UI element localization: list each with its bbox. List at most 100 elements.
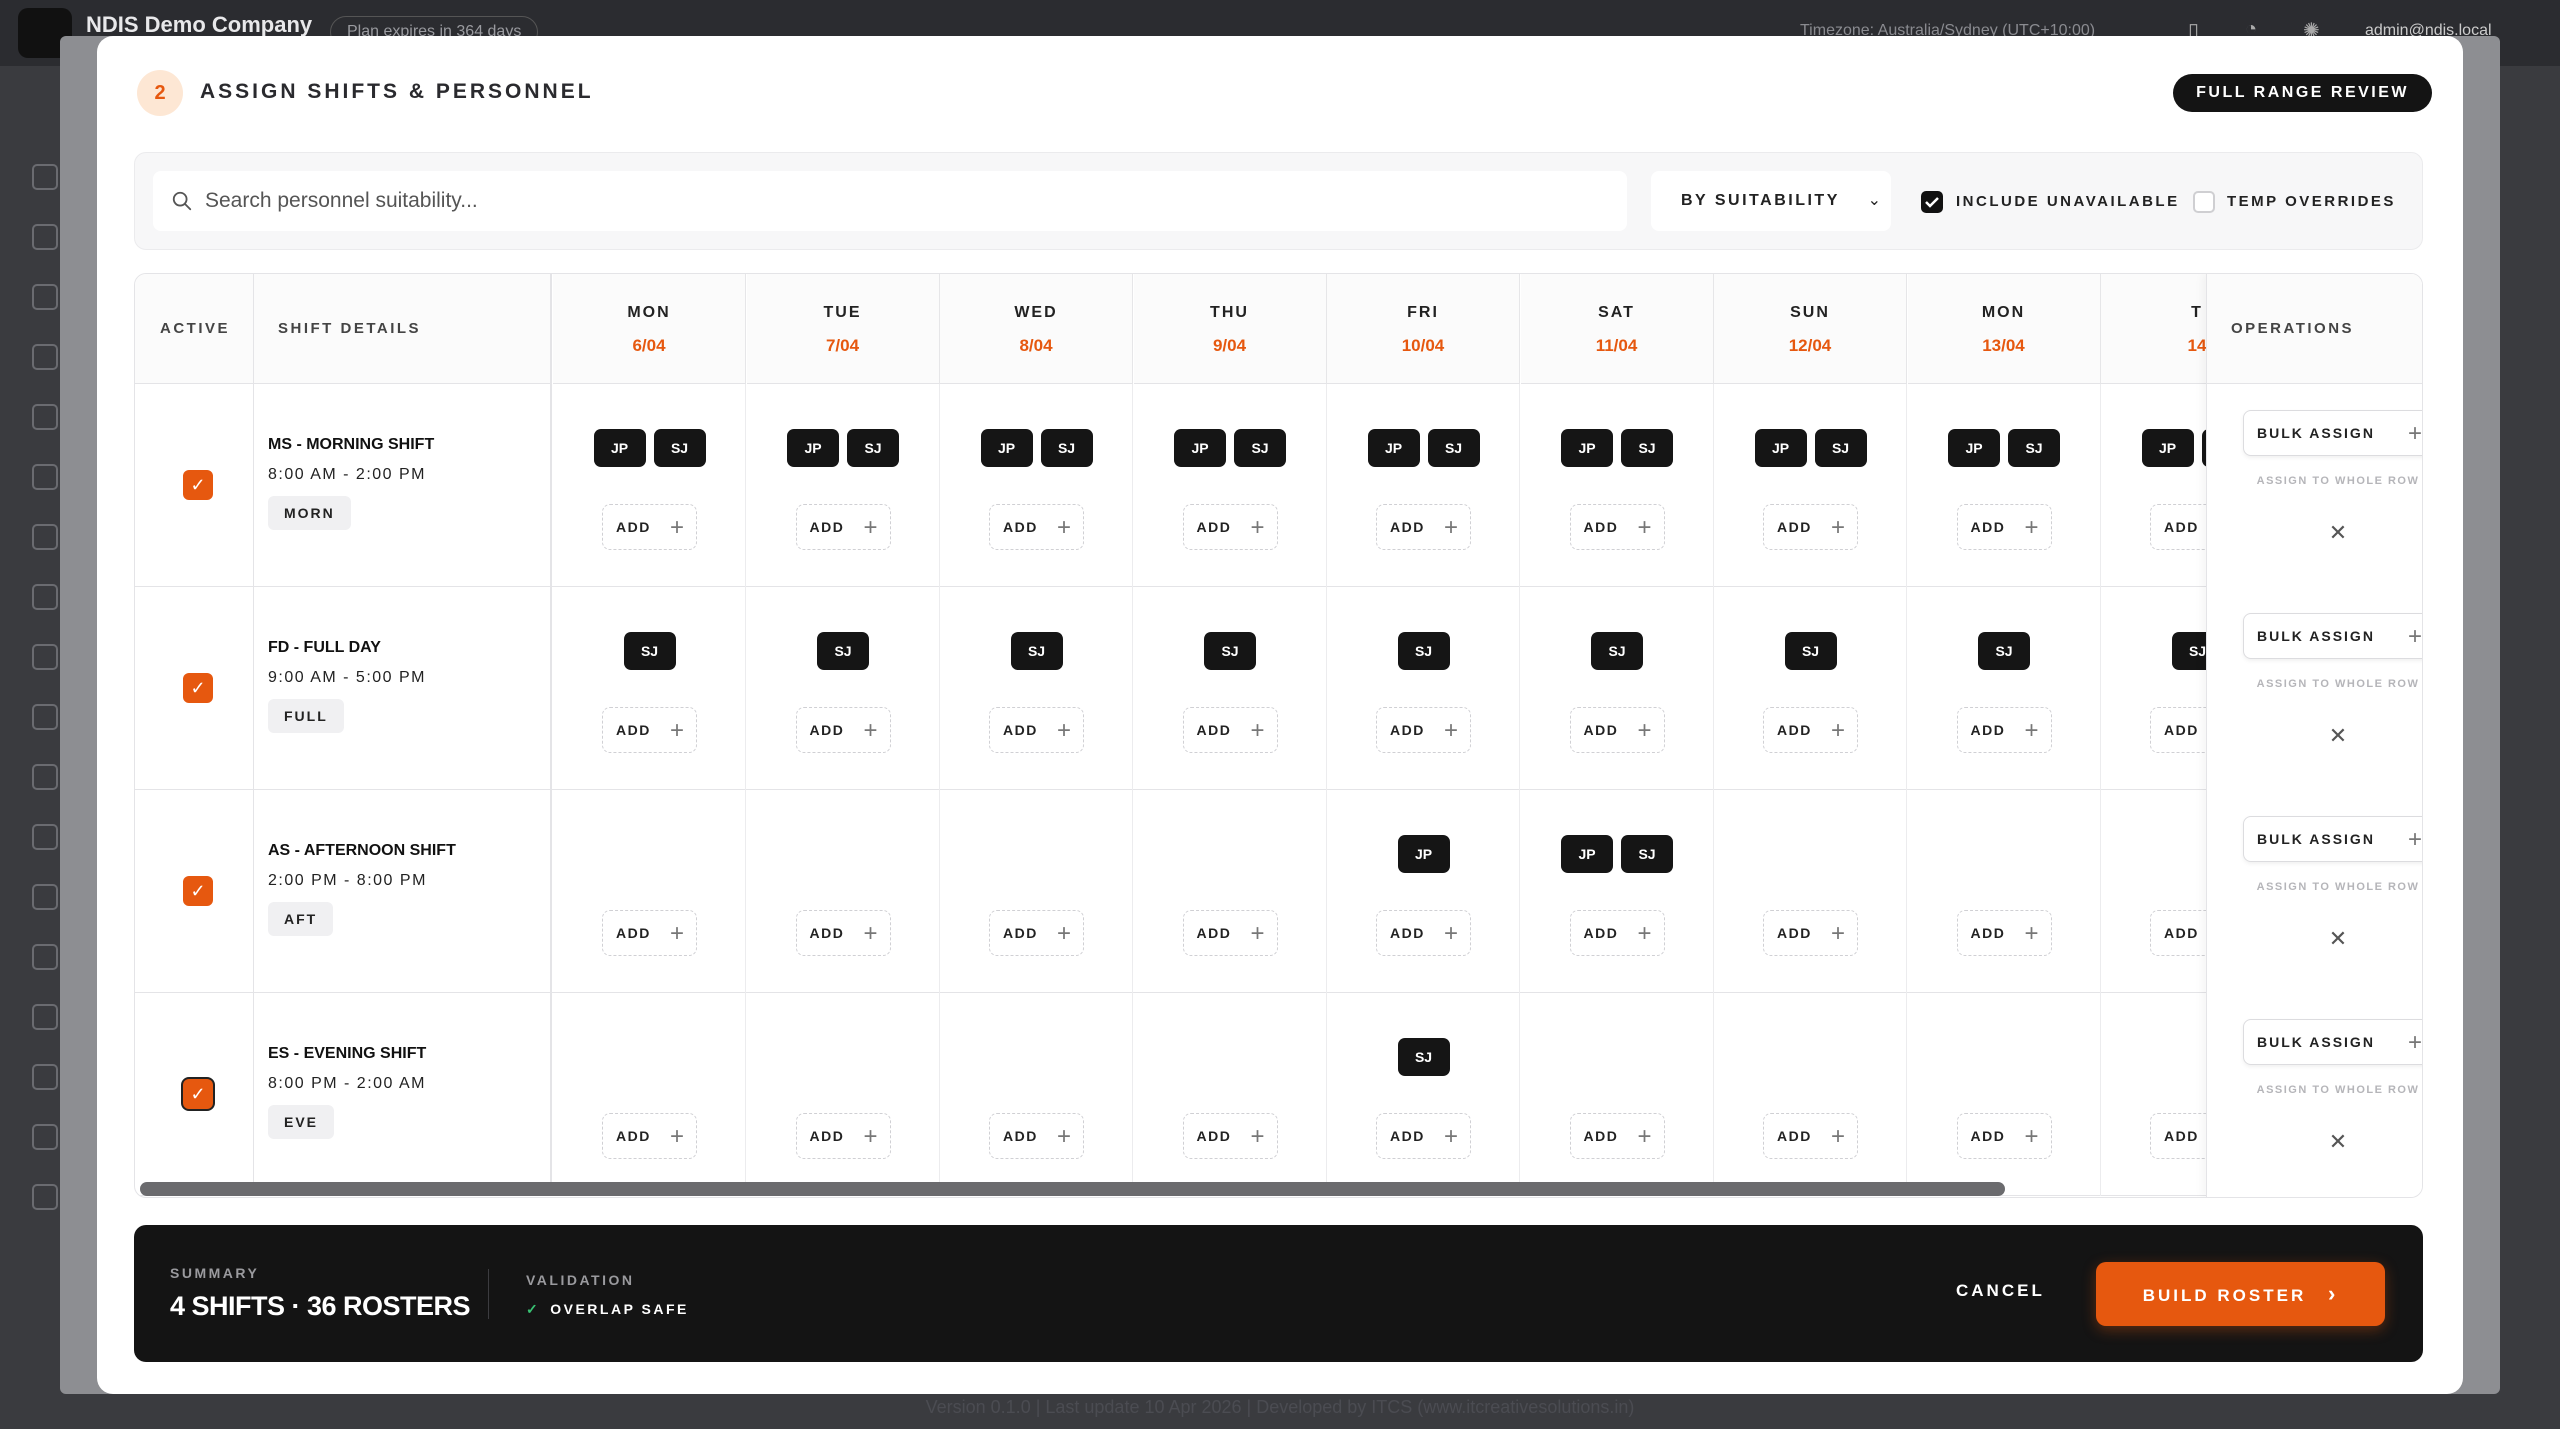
staff-chip[interactable]: SJ xyxy=(1204,632,1256,670)
add-staff-button[interactable]: ADD + xyxy=(989,504,1084,550)
temp-overrides-checkbox[interactable] xyxy=(2193,191,2215,213)
add-staff-button[interactable]: ADD + xyxy=(1956,910,2052,956)
add-staff-button[interactable]: ADD + xyxy=(1182,910,1278,956)
add-staff-button[interactable]: ADD + xyxy=(1569,1113,1665,1159)
add-staff-button[interactable]: ADD + xyxy=(1956,707,2052,753)
staff-chip[interactable]: JP xyxy=(1367,429,1420,467)
search-box[interactable] xyxy=(153,171,1627,231)
add-staff-button[interactable]: ADD + xyxy=(1569,707,1665,753)
add-staff-button[interactable]: ADD + xyxy=(1569,504,1665,550)
staff-chip[interactable]: SJ xyxy=(1978,632,2030,670)
add-staff-button[interactable]: ADD + xyxy=(989,1113,1084,1159)
add-staff-button[interactable]: ADD + xyxy=(989,707,1084,753)
add-staff-button[interactable]: ADD + xyxy=(1376,910,1471,956)
card-icon[interactable] xyxy=(32,1124,58,1150)
build-roster-button[interactable]: BUILD ROSTER › xyxy=(2096,1262,2385,1326)
close-icon[interactable]: ✕ xyxy=(2323,924,2353,954)
staff-chip[interactable]: SJ xyxy=(1621,429,1673,467)
add-staff-button[interactable]: ADD + xyxy=(602,1113,697,1159)
staff-chip[interactable]: SJ xyxy=(1010,632,1063,670)
staff-chip[interactable]: SJ xyxy=(1397,632,1450,670)
staff-chip[interactable]: SJ xyxy=(847,429,899,467)
staff-chip[interactable]: SJ xyxy=(653,429,706,467)
staff-chip[interactable]: JP xyxy=(787,429,839,467)
add-staff-button[interactable]: ADD + xyxy=(1376,1113,1471,1159)
staff-chip[interactable]: SJ xyxy=(1397,1038,1450,1076)
staff-chip[interactable]: SJ xyxy=(1591,632,1643,670)
add-staff-button[interactable]: ADD + xyxy=(1763,1113,1858,1159)
dollar-icon[interactable] xyxy=(32,764,58,790)
staff-chip[interactable]: SJ xyxy=(817,632,869,670)
dashboard-icon[interactable] xyxy=(32,164,58,190)
staff-chip[interactable]: JP xyxy=(1948,429,2000,467)
add-staff-button[interactable]: ADD + xyxy=(1763,504,1858,550)
staff-chip[interactable]: SJ xyxy=(1621,835,1673,873)
staff-chip[interactable]: SJ xyxy=(2008,429,2060,467)
add-staff-button[interactable]: ADD + xyxy=(1763,910,1858,956)
tasks-icon[interactable] xyxy=(32,344,58,370)
report-icon[interactable] xyxy=(32,1004,58,1030)
close-icon[interactable]: ✕ xyxy=(2323,518,2353,548)
cancel-button[interactable]: CANCEL xyxy=(1956,1271,2045,1311)
staff-chip[interactable]: JP xyxy=(980,429,1033,467)
add-staff-button[interactable]: ADD + xyxy=(1763,707,1858,753)
add-staff-button[interactable]: ADD + xyxy=(795,910,891,956)
staff-chip[interactable]: SJ xyxy=(1040,429,1093,467)
document-icon[interactable] xyxy=(32,704,58,730)
chat-icon[interactable] xyxy=(32,224,58,250)
staff-chip[interactable]: SJ xyxy=(1784,632,1837,670)
add-staff-button[interactable]: ADD + xyxy=(1182,1113,1278,1159)
active-checkbox[interactable]: ✓ xyxy=(183,1079,213,1109)
clipboard-icon[interactable] xyxy=(32,644,58,670)
horizontal-scrollbar[interactable] xyxy=(140,1182,2005,1196)
staff-chip[interactable]: JP xyxy=(1561,835,1613,873)
staff-chip[interactable]: JP xyxy=(1561,429,1613,467)
bulk-assign-button[interactable]: BULK ASSIGN + xyxy=(2243,1019,2422,1065)
staff-chip[interactable]: SJ xyxy=(1427,429,1480,467)
active-checkbox[interactable]: ✓ xyxy=(183,876,213,906)
add-staff-button[interactable]: ADD + xyxy=(1376,504,1471,550)
add-staff-button[interactable]: ADD + xyxy=(1956,504,2052,550)
bulk-assign-button[interactable]: BULK ASSIGN + xyxy=(2243,613,2422,659)
staff-chip[interactable]: SJ xyxy=(623,632,676,670)
add-staff-button[interactable]: ADD + xyxy=(602,910,697,956)
add-staff-button[interactable]: ADD + xyxy=(795,707,891,753)
staff-chip[interactable]: JP xyxy=(1754,429,1807,467)
checklist-icon[interactable] xyxy=(32,884,58,910)
staff-chip[interactable]: SJ xyxy=(1814,429,1867,467)
staff-chip[interactable]: SJ xyxy=(1234,429,1286,467)
search-input[interactable] xyxy=(205,171,1605,231)
bulk-assign-button[interactable]: BULK ASSIGN + xyxy=(2243,816,2422,862)
calendar-icon[interactable] xyxy=(32,584,58,610)
add-staff-button[interactable]: ADD + xyxy=(989,910,1084,956)
staff-chip[interactable]: JP xyxy=(1397,835,1450,873)
add-staff-button[interactable]: ADD + xyxy=(1376,707,1471,753)
add-staff-button[interactable]: ADD + xyxy=(1956,1113,2052,1159)
location-icon[interactable] xyxy=(32,524,58,550)
bell-icon[interactable] xyxy=(32,284,58,310)
sort-select[interactable]: BY SUITABILITY ⌄ xyxy=(1651,171,1891,231)
close-icon[interactable]: ✕ xyxy=(2323,721,2353,751)
gear-icon[interactable] xyxy=(32,1184,58,1210)
bulk-assign-button[interactable]: BULK ASSIGN + xyxy=(2243,410,2422,456)
add-staff-button[interactable]: ADD + xyxy=(795,1113,891,1159)
active-checkbox[interactable]: ✓ xyxy=(183,673,213,703)
briefcase-icon[interactable] xyxy=(32,824,58,850)
add-staff-button[interactable]: ADD + xyxy=(1569,910,1665,956)
close-icon[interactable]: ✕ xyxy=(2323,1127,2353,1157)
staff-chip[interactable]: JP xyxy=(1174,429,1226,467)
staff-chip[interactable]: JP xyxy=(593,429,646,467)
list-icon[interactable] xyxy=(32,1064,58,1090)
add-staff-button[interactable]: ADD + xyxy=(1182,707,1278,753)
staff-chip[interactable]: JP xyxy=(2141,429,2194,467)
profile-icon[interactable] xyxy=(32,464,58,490)
full-range-review-button[interactable]: FULL RANGE REVIEW xyxy=(2173,74,2432,112)
add-staff-button[interactable]: ADD + xyxy=(602,504,697,550)
include-unavailable-checkbox[interactable] xyxy=(1921,191,1943,213)
active-checkbox[interactable]: ✓ xyxy=(183,470,213,500)
add-staff-button[interactable]: ADD + xyxy=(1182,504,1278,550)
users-icon[interactable] xyxy=(32,404,58,430)
add-staff-button[interactable]: ADD + xyxy=(795,504,891,550)
mail-icon[interactable] xyxy=(32,944,58,970)
add-staff-button[interactable]: ADD + xyxy=(602,707,697,753)
